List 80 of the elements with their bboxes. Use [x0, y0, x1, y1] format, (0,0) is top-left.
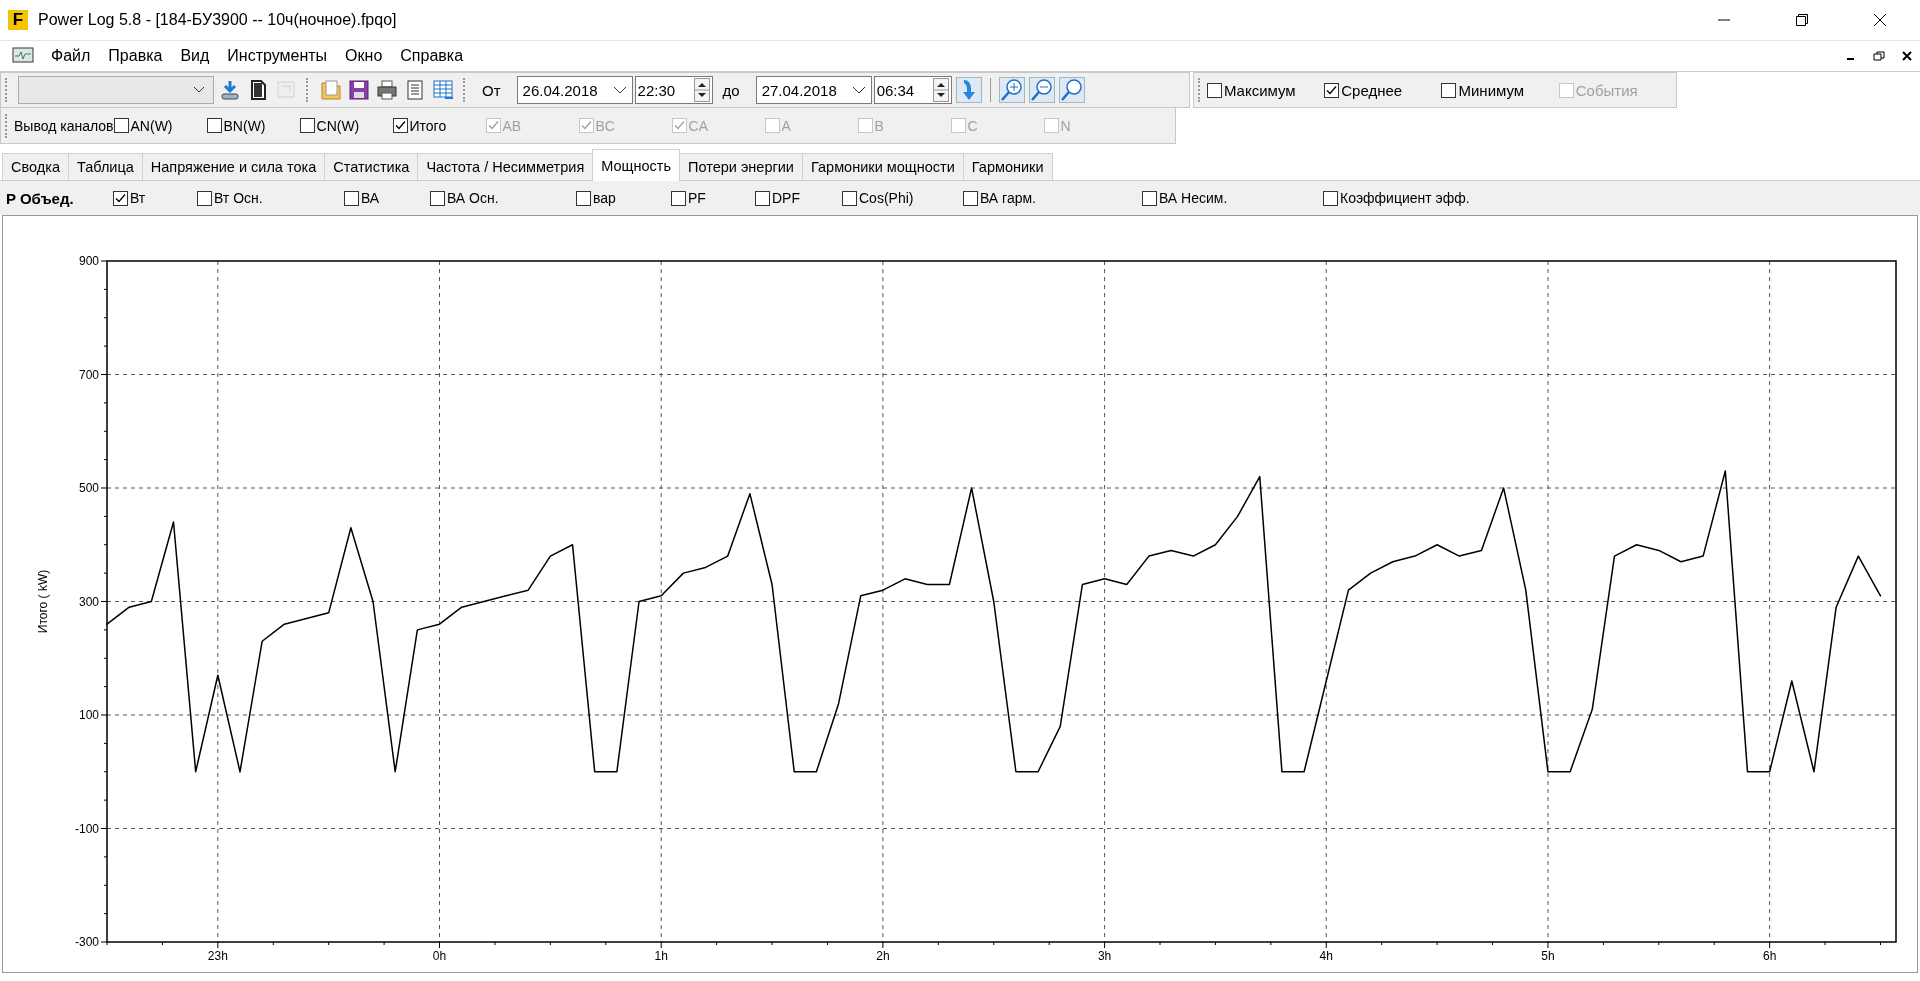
checkbox[interactable]: BN(W)	[206, 117, 300, 134]
menu-item[interactable]: Инструменты	[218, 47, 337, 65]
tab[interactable]: Напряжение и сила тока	[141, 153, 326, 180]
y-tick-label: 900	[78, 254, 99, 268]
tab[interactable]: Мощность	[592, 149, 681, 181]
menu-item[interactable]: Окно	[336, 47, 392, 65]
x-tick-label: 0h	[432, 949, 447, 963]
table-export-icon[interactable]	[431, 78, 455, 102]
printer-icon[interactable]	[375, 78, 399, 102]
x-tick-label: 2h	[876, 949, 890, 963]
x-tick-label: 4h	[1319, 949, 1333, 963]
date-picker[interactable]: 27.04.2018	[755, 76, 872, 104]
x-tick-label: 5h	[1541, 949, 1555, 963]
y-axis-label: Итого ( kW)	[36, 569, 50, 634]
checkbox[interactable]: вар	[576, 190, 671, 206]
check-icon	[486, 119, 500, 132]
x-tick-label: 6h	[1762, 949, 1777, 963]
window-title: Power Log 5.8 - [184-БУ3900 -- 10ч(ночное).fpqo]	[38, 11, 397, 29]
menu-item[interactable]: Правка	[99, 47, 172, 65]
menu-item[interactable]: Вид	[171, 47, 219, 65]
checkbox[interactable]: PF	[671, 190, 755, 206]
save-icon[interactable]	[347, 78, 371, 102]
tab[interactable]: Гармоники	[962, 153, 1053, 180]
monitor-icon[interactable]	[12, 47, 34, 65]
checkbox[interactable]: Коэффициент эфф.	[1323, 190, 1503, 206]
check-icon	[393, 119, 407, 132]
menu-item[interactable]: Справка	[391, 47, 473, 65]
close-icon[interactable]	[1873, 13, 1887, 27]
check-icon	[579, 119, 593, 132]
caret-icon[interactable]	[851, 85, 866, 95]
search-icon[interactable]	[1058, 77, 1085, 103]
checkbox[interactable]: ВА	[344, 190, 430, 206]
time-field[interactable]: 06:34	[873, 76, 952, 104]
y-tick-label: 700	[78, 367, 99, 382]
check-icon	[672, 119, 686, 132]
checkbox[interactable]: Итого	[392, 117, 486, 134]
checkbox[interactable]: Минимум	[1441, 81, 1559, 99]
tab[interactable]: Частота / Несимметрия	[417, 153, 594, 180]
time-field[interactable]: 22:30	[634, 76, 713, 104]
caret-icon[interactable]	[612, 85, 627, 95]
y-tick-label: 500	[78, 481, 99, 495]
checkbox[interactable]: AN(W)	[113, 117, 207, 134]
checkbox[interactable]: Среднее	[1324, 81, 1442, 99]
x-tick-label: 1h	[654, 949, 668, 963]
tab[interactable]: Таблица	[67, 153, 143, 180]
tab[interactable]: Сводка	[2, 153, 69, 180]
channels-label: Вывод каналов	[14, 117, 114, 134]
download-icon[interactable]	[218, 78, 242, 102]
power-label: P Объед.	[6, 189, 75, 207]
menu-item[interactable]: Файл	[42, 47, 100, 65]
caret-icon	[193, 86, 205, 94]
checkbox[interactable]: Максимум	[1206, 81, 1325, 99]
checkbox[interactable]: ВА Несим.	[1142, 190, 1323, 206]
tab[interactable]: Гармоники мощности	[802, 153, 964, 180]
tab[interactable]: Потери энергии	[679, 153, 803, 180]
tab[interactable]: Статистика	[324, 153, 419, 180]
date-picker[interactable]: 26.04.2018	[516, 76, 633, 104]
checkbox[interactable]: ВА Осн.	[430, 190, 576, 206]
restore-icon[interactable]	[1795, 13, 1809, 27]
checkbox[interactable]: DPF	[755, 190, 842, 206]
y-tick-label: -300	[74, 935, 99, 949]
y-tick-label: -100	[74, 821, 99, 836]
x-tick-label: 23h	[207, 949, 228, 963]
y-tick-label: 300	[78, 594, 99, 609]
checkbox[interactable]: ВА гарм.	[963, 190, 1142, 206]
check-icon	[1325, 83, 1339, 97]
x-tick-label: 3h	[1097, 949, 1112, 963]
checkbox[interactable]: Cos(Phi)	[842, 190, 963, 206]
checkbox[interactable]: CN(W)	[299, 117, 393, 134]
zoom-out-icon[interactable]	[1028, 77, 1055, 103]
checkbox[interactable]: Вт Осн.	[197, 190, 344, 206]
y-tick-label: 100	[78, 708, 99, 722]
from-label: От	[482, 81, 501, 99]
zoom-in-icon[interactable]	[998, 77, 1025, 103]
check-icon	[114, 191, 127, 205]
spinner-icon[interactable]	[693, 78, 710, 102]
checkbox[interactable]: Вт	[113, 190, 197, 206]
app-logo: F	[8, 10, 28, 30]
to-label: до	[722, 81, 740, 99]
spinner-icon[interactable]	[932, 78, 949, 102]
